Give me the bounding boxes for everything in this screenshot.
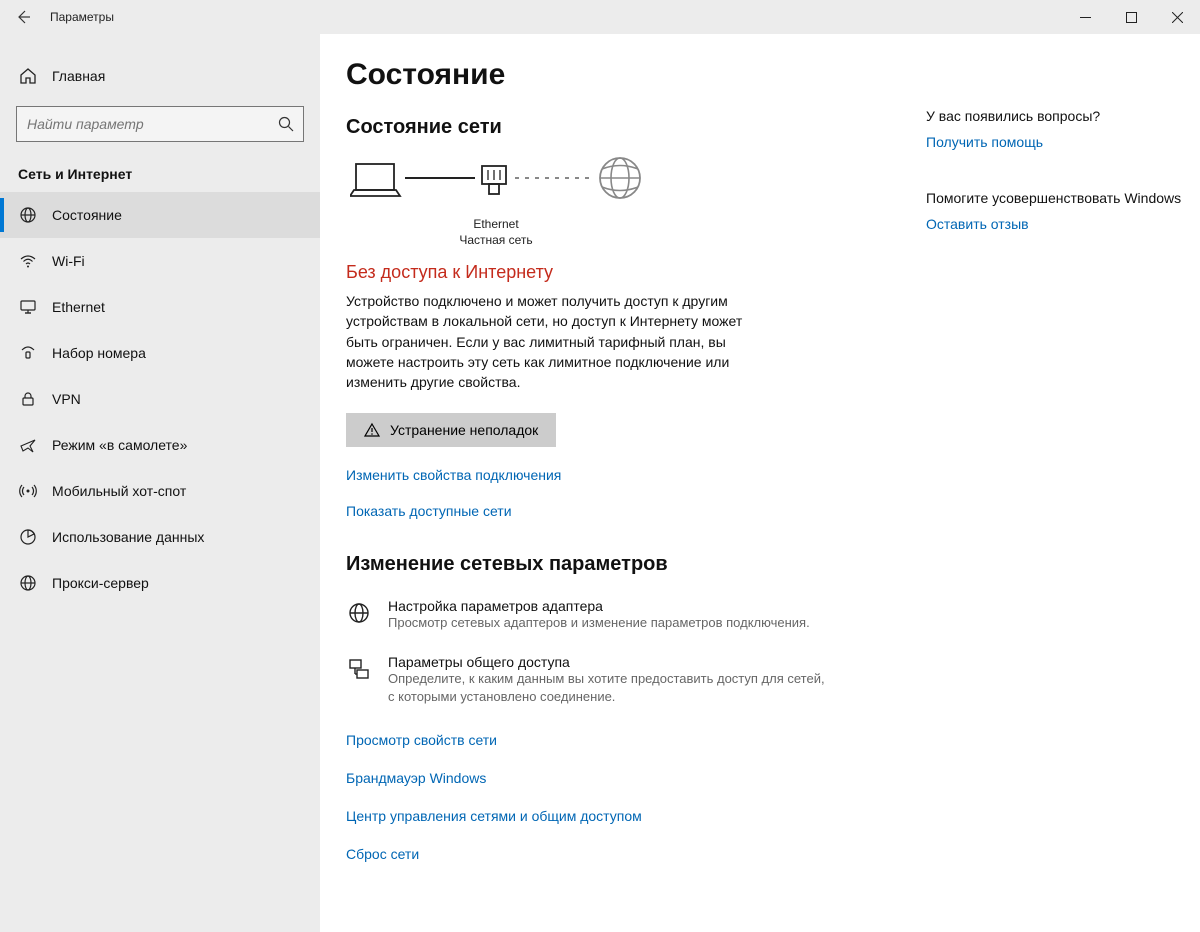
change-connection-properties-link[interactable]: Изменить свойства подключения bbox=[346, 467, 906, 483]
sidebar-item-label: Набор номера bbox=[52, 345, 146, 361]
search-input[interactable] bbox=[17, 107, 269, 141]
sidebar-category: Сеть и Интернет bbox=[0, 142, 320, 192]
back-button[interactable] bbox=[0, 0, 46, 34]
sidebar-item-label: Состояние bbox=[52, 207, 122, 223]
show-available-networks-link[interactable]: Показать доступные сети bbox=[346, 503, 906, 519]
sharing-options-title: Параметры общего доступа bbox=[388, 654, 826, 670]
wifi-icon bbox=[18, 251, 38, 271]
window-title: Параметры bbox=[46, 10, 114, 24]
minimize-button[interactable] bbox=[1062, 0, 1108, 34]
sidebar-item-wifi[interactable]: Wi-Fi bbox=[0, 238, 320, 284]
no-internet-title: Без доступа к Интернету bbox=[346, 262, 906, 283]
titlebar: Параметры bbox=[0, 0, 1200, 34]
sharing-center-link[interactable]: Центр управления сетями и общим доступом bbox=[346, 808, 906, 824]
datausage-icon bbox=[18, 527, 38, 547]
arrow-left-icon bbox=[15, 9, 31, 25]
sidebar-item-label: Ethernet bbox=[52, 299, 105, 315]
network-status-heading: Состояние сети bbox=[346, 116, 906, 139]
search-box[interactable] bbox=[16, 106, 304, 142]
search-icon bbox=[269, 116, 303, 132]
no-internet-body: Устройство подключено и может получить д… bbox=[346, 291, 746, 392]
dialup-icon bbox=[18, 343, 38, 363]
page-title: Состояние bbox=[346, 58, 906, 92]
sharing-options-row[interactable]: Параметры общего доступа Определите, к к… bbox=[346, 654, 826, 706]
sidebar-item-vpn[interactable]: VPN bbox=[0, 376, 320, 422]
improve-heading: Помогите усовершенствовать Windows bbox=[926, 190, 1186, 206]
sidebar-item-label: VPN bbox=[52, 391, 81, 407]
main-content: Состояние Состояние сети bbox=[346, 58, 906, 932]
troubleshoot-button[interactable]: Устранение неполадок bbox=[346, 413, 556, 447]
close-button[interactable] bbox=[1154, 0, 1200, 34]
airplane-icon bbox=[18, 435, 38, 455]
feedback-link[interactable]: Оставить отзыв bbox=[926, 216, 1186, 232]
sharing-options-desc: Определите, к каким данным вы хотите пре… bbox=[388, 670, 826, 706]
home-icon bbox=[18, 66, 38, 86]
sidebar-item-proxy[interactable]: Прокси-сервер bbox=[0, 560, 320, 606]
sidebar: Главная Сеть и Интернет Состояние Wi-Fi bbox=[0, 34, 320, 932]
right-column: У вас появились вопросы? Получить помощь… bbox=[926, 58, 1186, 932]
minimize-icon bbox=[1080, 12, 1091, 23]
change-settings-heading: Изменение сетевых параметров bbox=[346, 553, 906, 576]
sidebar-item-airplane[interactable]: Режим «в самолете» bbox=[0, 422, 320, 468]
sidebar-item-datausage[interactable]: Использование данных bbox=[0, 514, 320, 560]
ethernet-icon bbox=[18, 297, 38, 317]
close-icon bbox=[1172, 12, 1183, 23]
sidebar-item-label: Использование данных bbox=[52, 529, 204, 545]
home-nav[interactable]: Главная bbox=[0, 54, 320, 98]
sidebar-item-hotspot[interactable]: Мобильный хот-спот bbox=[0, 468, 320, 514]
sharing-options-icon bbox=[346, 656, 372, 682]
diagram-adapter-label: Ethernet bbox=[456, 217, 536, 233]
adapter-options-title: Настройка параметров адаптера bbox=[388, 598, 810, 614]
maximize-button[interactable] bbox=[1108, 0, 1154, 34]
adapter-options-icon bbox=[346, 600, 372, 626]
vpn-icon bbox=[18, 389, 38, 409]
network-diagram bbox=[350, 153, 906, 213]
sidebar-item-label: Режим «в самолете» bbox=[52, 437, 187, 453]
sidebar-item-dialup[interactable]: Набор номера bbox=[0, 330, 320, 376]
adapter-options-desc: Просмотр сетевых адаптеров и изменение п… bbox=[388, 614, 810, 632]
sidebar-item-ethernet[interactable]: Ethernet bbox=[0, 284, 320, 330]
get-help-link[interactable]: Получить помощь bbox=[926, 134, 1186, 150]
firewall-link[interactable]: Брандмауэр Windows bbox=[346, 770, 906, 786]
network-reset-link[interactable]: Сброс сети bbox=[346, 846, 906, 862]
sidebar-item-label: Wi-Fi bbox=[52, 253, 85, 269]
questions-heading: У вас появились вопросы? bbox=[926, 108, 1186, 124]
troubleshoot-label: Устранение неполадок bbox=[390, 422, 538, 438]
status-icon bbox=[18, 205, 38, 225]
proxy-icon bbox=[18, 573, 38, 593]
sidebar-item-label: Прокси-сервер bbox=[52, 575, 149, 591]
view-network-properties-link[interactable]: Просмотр свойств сети bbox=[346, 732, 906, 748]
sidebar-item-label: Мобильный хот-спот bbox=[52, 483, 186, 499]
adapter-options-row[interactable]: Настройка параметров адаптера Просмотр с… bbox=[346, 598, 826, 632]
maximize-icon bbox=[1126, 12, 1137, 23]
sidebar-item-status[interactable]: Состояние bbox=[0, 192, 320, 238]
home-label: Главная bbox=[52, 68, 105, 84]
warning-icon bbox=[364, 422, 380, 438]
hotspot-icon bbox=[18, 481, 38, 501]
diagram-network-type: Частная сеть bbox=[456, 233, 536, 249]
